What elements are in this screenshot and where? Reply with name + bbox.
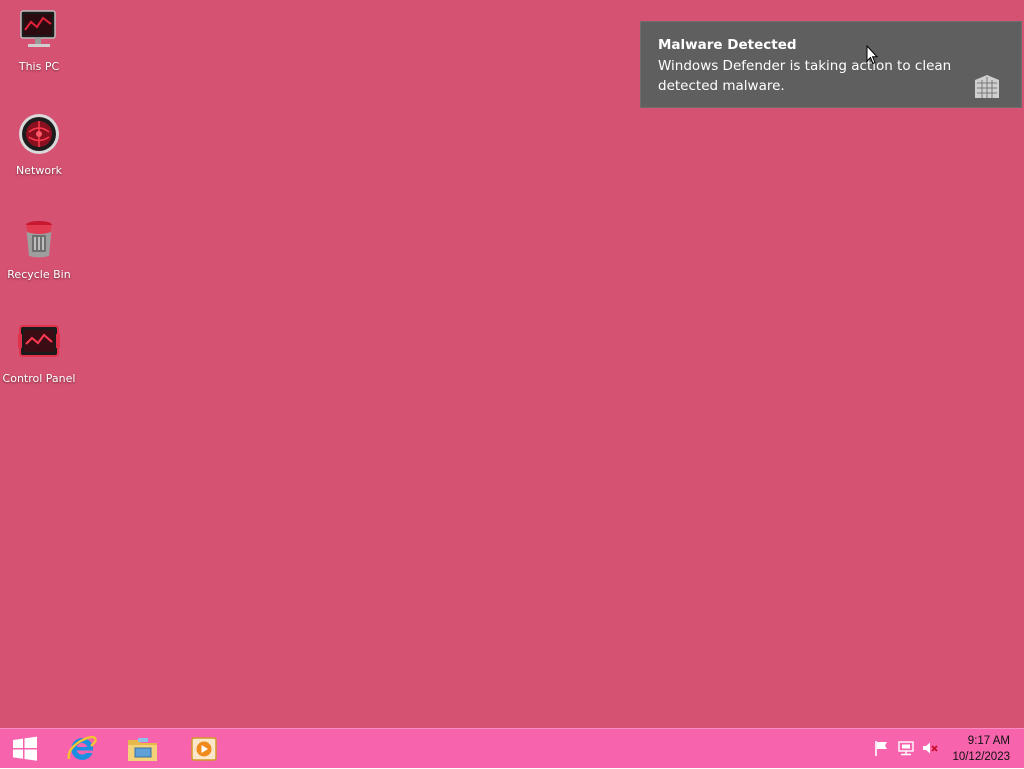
network-icon bbox=[19, 114, 59, 154]
desktop-icon-label: This PC bbox=[18, 60, 60, 73]
media-player-icon bbox=[191, 737, 217, 761]
taskbar-internet-explorer[interactable] bbox=[54, 729, 110, 769]
clock-date: 10/12/2023 bbox=[952, 751, 1010, 763]
defender-shield-icon bbox=[975, 75, 999, 98]
windows-logo-icon bbox=[13, 736, 37, 761]
desktop-icon-control-panel[interactable]: Control Panel bbox=[0, 320, 78, 385]
folder-icon bbox=[128, 738, 157, 761]
control-panel-icon bbox=[18, 325, 60, 357]
desktop-icon-label: Network bbox=[16, 164, 62, 177]
taskbar-file-explorer[interactable] bbox=[115, 729, 171, 769]
taskbar-media-player[interactable] bbox=[176, 729, 232, 769]
speaker-muted-icon[interactable] bbox=[921, 739, 939, 757]
desktop-icon-network[interactable]: Network bbox=[0, 112, 78, 177]
recycle-bin-icon bbox=[26, 221, 52, 258]
notification-title: Malware Detected bbox=[658, 37, 797, 53]
desktop-icon-recycle-bin[interactable]: Recycle Bin bbox=[0, 216, 78, 281]
taskbar: 9:17 AM 10/12/2023 bbox=[0, 728, 1024, 768]
desktop-icon-this-pc[interactable]: This PC bbox=[0, 8, 78, 73]
desktop-icon-label: Recycle Bin bbox=[7, 268, 71, 281]
taskbar-clock[interactable]: 9:17 AM 10/12/2023 bbox=[952, 733, 1010, 765]
notification-toast[interactable]: Malware Detected Windows Defender is tak… bbox=[640, 21, 1022, 108]
internet-explorer-icon bbox=[67, 735, 97, 760]
desktop-icon-label: Control Panel bbox=[2, 372, 76, 385]
start-button[interactable] bbox=[0, 729, 50, 769]
notification-message: Windows Defender is taking action to cle… bbox=[658, 58, 952, 94]
mouse-cursor-icon bbox=[866, 45, 878, 65]
action-center-flag-icon[interactable] bbox=[873, 739, 891, 757]
network-status-icon[interactable] bbox=[897, 739, 915, 757]
monitor-icon bbox=[20, 10, 56, 47]
clock-time: 9:17 AM bbox=[967, 735, 1010, 747]
desktop: This PC Network Recycle Bin Control Pane… bbox=[0, 0, 1024, 728]
